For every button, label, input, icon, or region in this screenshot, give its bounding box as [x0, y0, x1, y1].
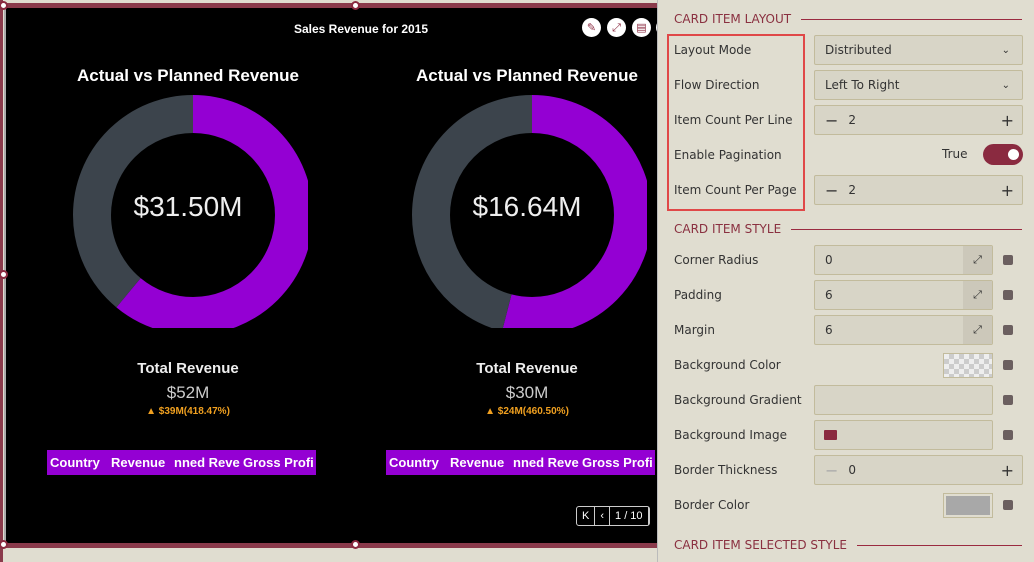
- layout-mode-dropdown[interactable]: Distributed ⌄: [814, 35, 1023, 65]
- background-color-swatch[interactable]: [943, 353, 993, 378]
- column-revenue[interactable]: Revenue: [109, 455, 171, 470]
- column-planned-revenue[interactable]: nned Reve: [510, 455, 582, 470]
- plus-icon[interactable]: +: [1001, 461, 1022, 480]
- reset-square-icon[interactable]: [1003, 360, 1013, 370]
- section-card-item-style: CARD ITEM STYLE: [674, 222, 1022, 236]
- border-thickness-stepper[interactable]: −0 +: [814, 455, 1023, 485]
- expand-icon[interactable]: ⤢: [963, 246, 992, 274]
- grid-header: Country Revenue nned Reve Gross Profi: [386, 450, 655, 475]
- item-count-page-value[interactable]: 2: [848, 183, 1000, 197]
- chevron-down-icon: ⌄: [1001, 79, 1010, 91]
- minus-icon[interactable]: −: [815, 461, 848, 480]
- comment-icon[interactable]: ▤: [632, 18, 651, 37]
- section-card-item-selected-style: CARD ITEM SELECTED STYLE: [674, 538, 1022, 552]
- reset-square-icon[interactable]: [1003, 325, 1013, 335]
- expand-icon[interactable]: ⤢: [963, 281, 992, 309]
- column-gross-profit[interactable]: Gross Profi: [243, 455, 315, 470]
- flow-direction-value: Left To Right: [825, 78, 900, 92]
- card-heading: Actual vs Planned Revenue: [76, 66, 300, 85]
- background-gradient-label: Background Gradient: [674, 393, 802, 407]
- resize-handle[interactable]: [351, 1, 360, 10]
- background-image-input[interactable]: [814, 420, 993, 450]
- total-revenue-value: $30M: [505, 383, 549, 402]
- item-count-page-stepper[interactable]: −2 +: [814, 175, 1023, 205]
- pencil-icon[interactable]: ✎: [582, 18, 601, 37]
- highlight-box: [667, 34, 805, 211]
- expand-icon[interactable]: ⤢: [963, 316, 992, 344]
- center-value: $16.64M: [472, 191, 582, 222]
- first-page-button[interactable]: K: [577, 507, 596, 525]
- reset-square-icon[interactable]: [1003, 500, 1013, 510]
- column-country[interactable]: Country: [47, 455, 109, 470]
- item-count-line-stepper[interactable]: −2 +: [814, 105, 1023, 135]
- reset-square-icon[interactable]: [1003, 255, 1013, 265]
- prev-page-button[interactable]: ‹: [595, 507, 611, 525]
- minus-icon[interactable]: −: [815, 111, 848, 130]
- resize-handle[interactable]: [351, 540, 360, 549]
- revenue-delta: ▲ $39M(418.47%): [146, 406, 230, 417]
- border-color-label: Border Color: [674, 498, 750, 512]
- minus-icon[interactable]: −: [815, 181, 848, 200]
- page-indicator: 1 / 10: [610, 507, 649, 525]
- selection-frame-top: [0, 3, 657, 8]
- card-heading: Actual vs Planned Revenue: [415, 66, 639, 85]
- section-title: CARD ITEM STYLE: [674, 222, 782, 236]
- reset-square-icon[interactable]: [1003, 430, 1013, 440]
- margin-value[interactable]: 6: [815, 323, 833, 337]
- total-revenue-value: $52M: [166, 383, 210, 402]
- background-gradient-input[interactable]: [814, 385, 993, 415]
- image-folder-icon[interactable]: [824, 430, 837, 440]
- toggle-state: True: [942, 147, 968, 161]
- pager: K ‹ 1 / 10: [576, 506, 650, 526]
- border-color-swatch[interactable]: [943, 493, 993, 518]
- chevron-down-icon: ⌄: [1001, 44, 1010, 56]
- section-title: CARD ITEM LAYOUT: [674, 12, 792, 26]
- reset-square-icon[interactable]: [1003, 290, 1013, 300]
- background-image-label: Background Image: [674, 428, 787, 442]
- reset-square-icon[interactable]: [1003, 395, 1013, 405]
- flow-direction-dropdown[interactable]: Left To Right ⌄: [814, 70, 1023, 100]
- revenue-delta: ▲ $24M(460.50%): [485, 406, 569, 417]
- total-revenue-label: Total Revenue: [137, 360, 239, 377]
- item-count-line-value[interactable]: 2: [848, 113, 1000, 127]
- margin-input[interactable]: 6 ⤢: [814, 315, 993, 345]
- selection-frame-bottom: [0, 543, 657, 548]
- card-item[interactable]: Actual vs Planned Revenue $31.50M Total …: [38, 58, 338, 488]
- column-revenue[interactable]: Revenue: [448, 455, 510, 470]
- background-color-label: Background Color: [674, 358, 781, 372]
- column-planned-revenue[interactable]: nned Reve: [171, 455, 243, 470]
- padding-value[interactable]: 6: [815, 288, 833, 302]
- section-title: CARD ITEM SELECTED STYLE: [674, 538, 847, 552]
- border-thickness-value[interactable]: 0: [848, 463, 1000, 477]
- expand-icon[interactable]: ⤢: [607, 18, 626, 37]
- pagination-toggle[interactable]: [983, 144, 1023, 165]
- section-card-item-layout: CARD ITEM LAYOUT: [674, 12, 1022, 26]
- total-revenue-label: Total Revenue: [476, 360, 578, 377]
- layout-mode-value: Distributed: [825, 43, 892, 57]
- corner-radius-input[interactable]: 0 ⤢: [814, 245, 993, 275]
- margin-label: Margin: [674, 323, 715, 337]
- dashboard-canvas: Sales Revenue for 2015 ✎ ⤢ ▤ Actual vs P…: [0, 0, 675, 562]
- corner-radius-label: Corner Radius: [674, 253, 759, 267]
- column-country[interactable]: Country: [386, 455, 448, 470]
- grid-header: Country Revenue nned Reve Gross Profi: [47, 450, 316, 475]
- center-value: $31.50M: [133, 191, 243, 222]
- corner-radius-value[interactable]: 0: [815, 253, 833, 267]
- plus-icon[interactable]: +: [1001, 111, 1022, 130]
- card-widget[interactable]: Sales Revenue for 2015 ✎ ⤢ ▤ Actual vs P…: [4, 6, 675, 545]
- selection-frame-left: [0, 0, 3, 562]
- plus-icon[interactable]: +: [1001, 181, 1022, 200]
- padding-label: Padding: [674, 288, 722, 302]
- card-item[interactable]: Actual vs Planned Revenue $16.64M Total …: [377, 58, 677, 488]
- padding-input[interactable]: 6 ⤢: [814, 280, 993, 310]
- border-thickness-label: Border Thickness: [674, 463, 778, 477]
- column-gross-profit[interactable]: Gross Profi: [582, 455, 654, 470]
